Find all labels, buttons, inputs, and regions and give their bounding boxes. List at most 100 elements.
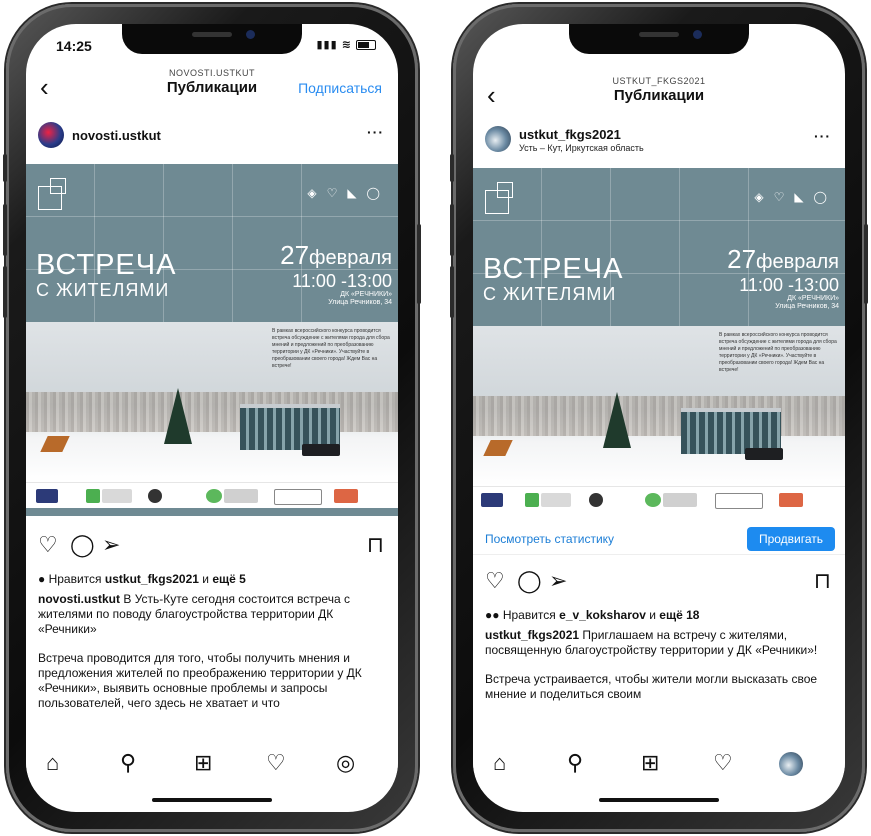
- post-username[interactable]: novosti.ustkut: [72, 128, 161, 143]
- caption-paragraph: Встреча проводится для того, чтобы получ…: [38, 651, 362, 710]
- home-icon[interactable]: ⌂: [46, 750, 59, 776]
- caption-author[interactable]: ustkut_fkgs2021: [485, 628, 579, 642]
- likes-user[interactable]: ustkut_fkgs2021: [105, 572, 199, 586]
- search-icon[interactable]: ⚲: [567, 750, 583, 776]
- more-options-icon[interactable]: ···: [814, 128, 831, 144]
- promote-button[interactable]: Продвигать: [746, 527, 835, 551]
- likes-user[interactable]: e_v_koksharov: [559, 608, 646, 622]
- heart-icon[interactable]: ♡: [485, 568, 505, 594]
- phone-frame-right: ‹ USTKUT_FKGS2021 Публикации ustkut_fkgs…: [450, 4, 868, 832]
- post-image[interactable]: ◈♡◣◯ ВСТРЕЧА С ЖИТЕЛЯМИ 27февраля 11:00 …: [473, 168, 845, 514]
- banner-address: Улица Речников, 34: [775, 303, 839, 310]
- page-title: Публикации: [613, 87, 705, 104]
- nav-header: ‹ USTKUT_FKGS2021 Публикации: [473, 76, 845, 120]
- post-location[interactable]: Усть – Кут, Иркутская область: [519, 143, 644, 153]
- bookmark-icon[interactable]: ⊓: [814, 568, 831, 594]
- post-image[interactable]: ◈♡◣◯ ВСТРЕЧА С ЖИТЕЛЯМИ 27февраля 11:00 …: [26, 164, 398, 520]
- home-indicator: [599, 798, 719, 802]
- likes-line: ●● Нравится e_v_koksharov и ещё 18: [485, 608, 699, 622]
- avatar[interactable]: [485, 126, 511, 152]
- profile-avatar-icon[interactable]: [779, 752, 803, 776]
- profile-icon[interactable]: ◎: [336, 750, 355, 776]
- post-actions: ♡ ◯ ➢ ⊓: [473, 568, 845, 598]
- banner-header: ◈♡◣◯ ВСТРЕЧА С ЖИТЕЛЯМИ 27февраля 11:00 …: [26, 164, 398, 322]
- playground-slide: [483, 440, 513, 456]
- comment-icon[interactable]: ◯: [70, 532, 95, 558]
- post-header: novosti.ustkut ···: [26, 120, 398, 154]
- notch: [569, 24, 749, 54]
- new-post-icon[interactable]: ⊞: [194, 750, 212, 776]
- banner-photo: В рамках всероссийского конкурса проводи…: [473, 326, 845, 486]
- banner-day: 27: [727, 244, 757, 274]
- likes-prefix: Нравится: [48, 572, 102, 586]
- new-post-icon[interactable]: ⊞: [641, 750, 659, 776]
- view-insights-link[interactable]: Посмотреть статистику: [485, 532, 614, 546]
- power-button: [417, 224, 421, 304]
- competition-logo-icon: [497, 182, 513, 198]
- banner-subheadline: С ЖИТЕЛЯМИ: [483, 284, 617, 304]
- banner-venue: ДК «РЕЧНИКИ»: [787, 295, 839, 302]
- likes-more[interactable]: ещё 5: [212, 572, 245, 586]
- partner-logos: ◈♡◣◯: [307, 186, 390, 200]
- banner-month: февраля: [756, 251, 839, 273]
- notch: [122, 24, 302, 54]
- banner-subheadline: С ЖИТЕЛЯМИ: [36, 280, 170, 300]
- insights-bar: Посмотреть статистику Продвигать: [473, 524, 845, 555]
- playground-slide: [40, 436, 70, 452]
- competition-logo-icon: [50, 178, 66, 194]
- liker-avatars: ●●: [485, 608, 500, 622]
- subscribe-button[interactable]: Подписаться: [298, 80, 382, 96]
- liker-avatar: ●: [38, 572, 46, 586]
- banner-month: февраля: [309, 247, 392, 269]
- tab-bar: ⌂ ⚲ ⊞ ♡: [473, 740, 845, 790]
- wifi-icon: ≋: [341, 39, 352, 51]
- banner-headline: ВСТРЕЧА: [483, 253, 624, 285]
- activity-icon[interactable]: ♡: [713, 750, 733, 776]
- volume-down-button: [3, 266, 7, 318]
- truck: [302, 444, 340, 456]
- volume-up-button: [450, 204, 454, 256]
- caption-author[interactable]: novosti.ustkut: [38, 592, 120, 606]
- home-icon[interactable]: ⌂: [493, 750, 506, 776]
- more-options-icon[interactable]: ···: [367, 124, 384, 140]
- mute-switch: [450, 154, 454, 182]
- post-username[interactable]: ustkut_fkgs2021: [519, 127, 621, 142]
- christmas-tree: [164, 388, 192, 444]
- post-caption: ustkut_fkgs2021 Приглашаем на встречу с …: [485, 628, 833, 716]
- sponsor-logos: [473, 486, 845, 513]
- truck: [745, 448, 783, 460]
- banner-body-text: В рамках всероссийского конкурса проводи…: [272, 328, 390, 369]
- avatar[interactable]: [38, 122, 64, 148]
- banner-day: 27: [280, 240, 310, 270]
- share-icon[interactable]: ➢: [549, 568, 567, 594]
- power-button: [864, 224, 868, 304]
- search-icon[interactable]: ⚲: [120, 750, 136, 776]
- phone-frame-left: 14:25 ▮▮▮ ≋ ‹ NOVOSTI.USTKUT Публикации …: [3, 4, 421, 832]
- nav-subtitle: USTKUT_FKGS2021: [612, 76, 706, 86]
- tab-bar: ⌂ ⚲ ⊞ ♡ ◎: [26, 740, 398, 790]
- home-indicator: [152, 798, 272, 802]
- banner-address: Улица Речников, 34: [328, 299, 392, 306]
- sponsor-logos: [26, 482, 398, 509]
- banner-body-text: В рамках всероссийского конкурса проводи…: [719, 332, 837, 373]
- share-icon[interactable]: ➢: [102, 532, 120, 558]
- banner-headline: ВСТРЕЧА: [36, 249, 177, 281]
- screen-left: 14:25 ▮▮▮ ≋ ‹ NOVOSTI.USTKUT Публикации …: [26, 24, 398, 812]
- screen-right: ‹ USTKUT_FKGS2021 Публикации ustkut_fkgs…: [473, 24, 845, 812]
- banner-date: 27февраля 11:00 -13:00 ДК «РЕЧНИКИ» Улиц…: [727, 244, 839, 311]
- heart-icon[interactable]: ♡: [38, 532, 58, 558]
- partner-logos: ◈♡◣◯: [754, 190, 837, 204]
- status-time: 14:25: [56, 38, 92, 54]
- likes-middle: и: [649, 608, 656, 622]
- comment-icon[interactable]: ◯: [517, 568, 542, 594]
- likes-more[interactable]: ещё 18: [659, 608, 699, 622]
- bookmark-icon[interactable]: ⊓: [367, 532, 384, 558]
- banner-date: 27февраля 11:00 -13:00 ДК «РЕЧНИКИ» Улиц…: [280, 240, 392, 307]
- likes-middle: и: [202, 572, 209, 586]
- volume-up-button: [3, 204, 7, 256]
- caption-paragraph: Встреча устраивается, чтобы жители могли…: [485, 672, 818, 701]
- post-actions: ♡ ◯ ➢ ⊓: [26, 532, 398, 562]
- likes-line: ● Нравится ustkut_fkgs2021 и ещё 5: [38, 572, 246, 586]
- post-caption: novosti.ustkut В Усть-Куте сегодня состо…: [38, 592, 386, 725]
- activity-icon[interactable]: ♡: [266, 750, 286, 776]
